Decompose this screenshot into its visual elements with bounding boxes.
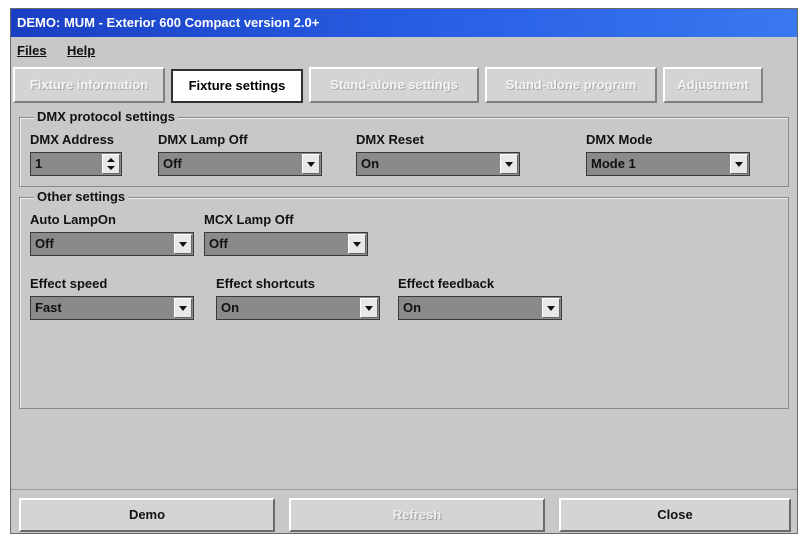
dmx-mode-label: DMX Mode: [586, 132, 653, 147]
window-title: DEMO: MUM - Exterior 600 Compact version…: [17, 15, 320, 30]
effect-speed-select[interactable]: Fast: [30, 296, 194, 320]
tab-fixture-settings[interactable]: Fixture settings: [171, 69, 303, 103]
mcx-lamp-off-label: MCX Lamp Off: [204, 212, 294, 227]
dmx-reset-select[interactable]: On: [356, 152, 520, 176]
effect-speed-value: Fast: [35, 300, 62, 315]
chevron-down-icon[interactable]: [174, 298, 192, 318]
dmx-mode-value: Mode 1: [591, 156, 636, 171]
auto-lamp-on-label: Auto LampOn: [30, 212, 116, 227]
dmx-reset-label: DMX Reset: [356, 132, 424, 147]
tab-adjustment[interactable]: Adjustment: [663, 67, 763, 103]
tab-fixture-information[interactable]: Fixture information: [13, 67, 165, 103]
effect-feedback-label: Effect feedback: [398, 276, 495, 291]
button-bar: Demo Refresh Close: [11, 489, 797, 533]
mcx-lamp-off-select[interactable]: Off: [204, 232, 368, 256]
title-bar: DEMO: MUM - Exterior 600 Compact version…: [11, 9, 797, 37]
menu-files[interactable]: Files: [17, 37, 47, 65]
menu-bar: Files Help: [11, 37, 797, 65]
chevron-down-icon[interactable]: [174, 234, 192, 254]
dmx-address-spinner[interactable]: 1: [30, 152, 122, 176]
chevron-down-icon[interactable]: [500, 154, 518, 174]
dmx-lamp-off-value: Off: [163, 156, 182, 171]
effect-shortcuts-label: Effect shortcuts: [216, 276, 315, 291]
effect-speed-label: Effect speed: [30, 276, 108, 291]
dmx-lamp-off-label: DMX Lamp Off: [158, 132, 248, 147]
app-window: DEMO: MUM - Exterior 600 Compact version…: [10, 8, 798, 534]
chevron-down-icon[interactable]: [542, 298, 560, 318]
chevron-down-icon[interactable]: [360, 298, 378, 318]
tab-strip: Fixture information Fixture settings Sta…: [11, 67, 797, 105]
chevron-down-icon[interactable]: [348, 234, 366, 254]
mcx-lamp-off-value: Off: [209, 236, 228, 251]
close-button[interactable]: Close: [559, 498, 791, 532]
effect-shortcuts-select[interactable]: On: [216, 296, 380, 320]
effect-feedback-select[interactable]: On: [398, 296, 562, 320]
chevron-down-icon[interactable]: [730, 154, 748, 174]
tab-stand-alone-settings[interactable]: Stand-alone settings: [309, 67, 479, 103]
refresh-button[interactable]: Refresh: [289, 498, 545, 532]
dmx-lamp-off-select[interactable]: Off: [158, 152, 322, 176]
dmx-protocol-group: DMX protocol settings DMX Address 1 DMX …: [19, 109, 789, 187]
spinner-buttons[interactable]: [102, 154, 120, 174]
menu-help[interactable]: Help: [67, 37, 95, 65]
auto-lamp-on-value: Off: [35, 236, 54, 251]
dmx-mode-select[interactable]: Mode 1: [586, 152, 750, 176]
tab-stand-alone-program[interactable]: Stand-alone program: [485, 67, 657, 103]
auto-lamp-on-select[interactable]: Off: [30, 232, 194, 256]
dmx-address-value: 1: [35, 156, 43, 171]
spin-down-icon[interactable]: [103, 155, 119, 173]
other-group-title: Other settings: [34, 189, 129, 205]
dmx-group-title: DMX protocol settings: [34, 109, 178, 125]
dmx-address-label: DMX Address: [30, 132, 115, 147]
other-settings-group: Other settings Auto LampOn Off MCX Lamp …: [19, 189, 789, 409]
dmx-reset-value: On: [361, 156, 380, 171]
effect-feedback-value: On: [403, 300, 422, 315]
demo-button[interactable]: Demo: [19, 498, 275, 532]
chevron-down-icon[interactable]: [302, 154, 320, 174]
effect-shortcuts-value: On: [221, 300, 240, 315]
